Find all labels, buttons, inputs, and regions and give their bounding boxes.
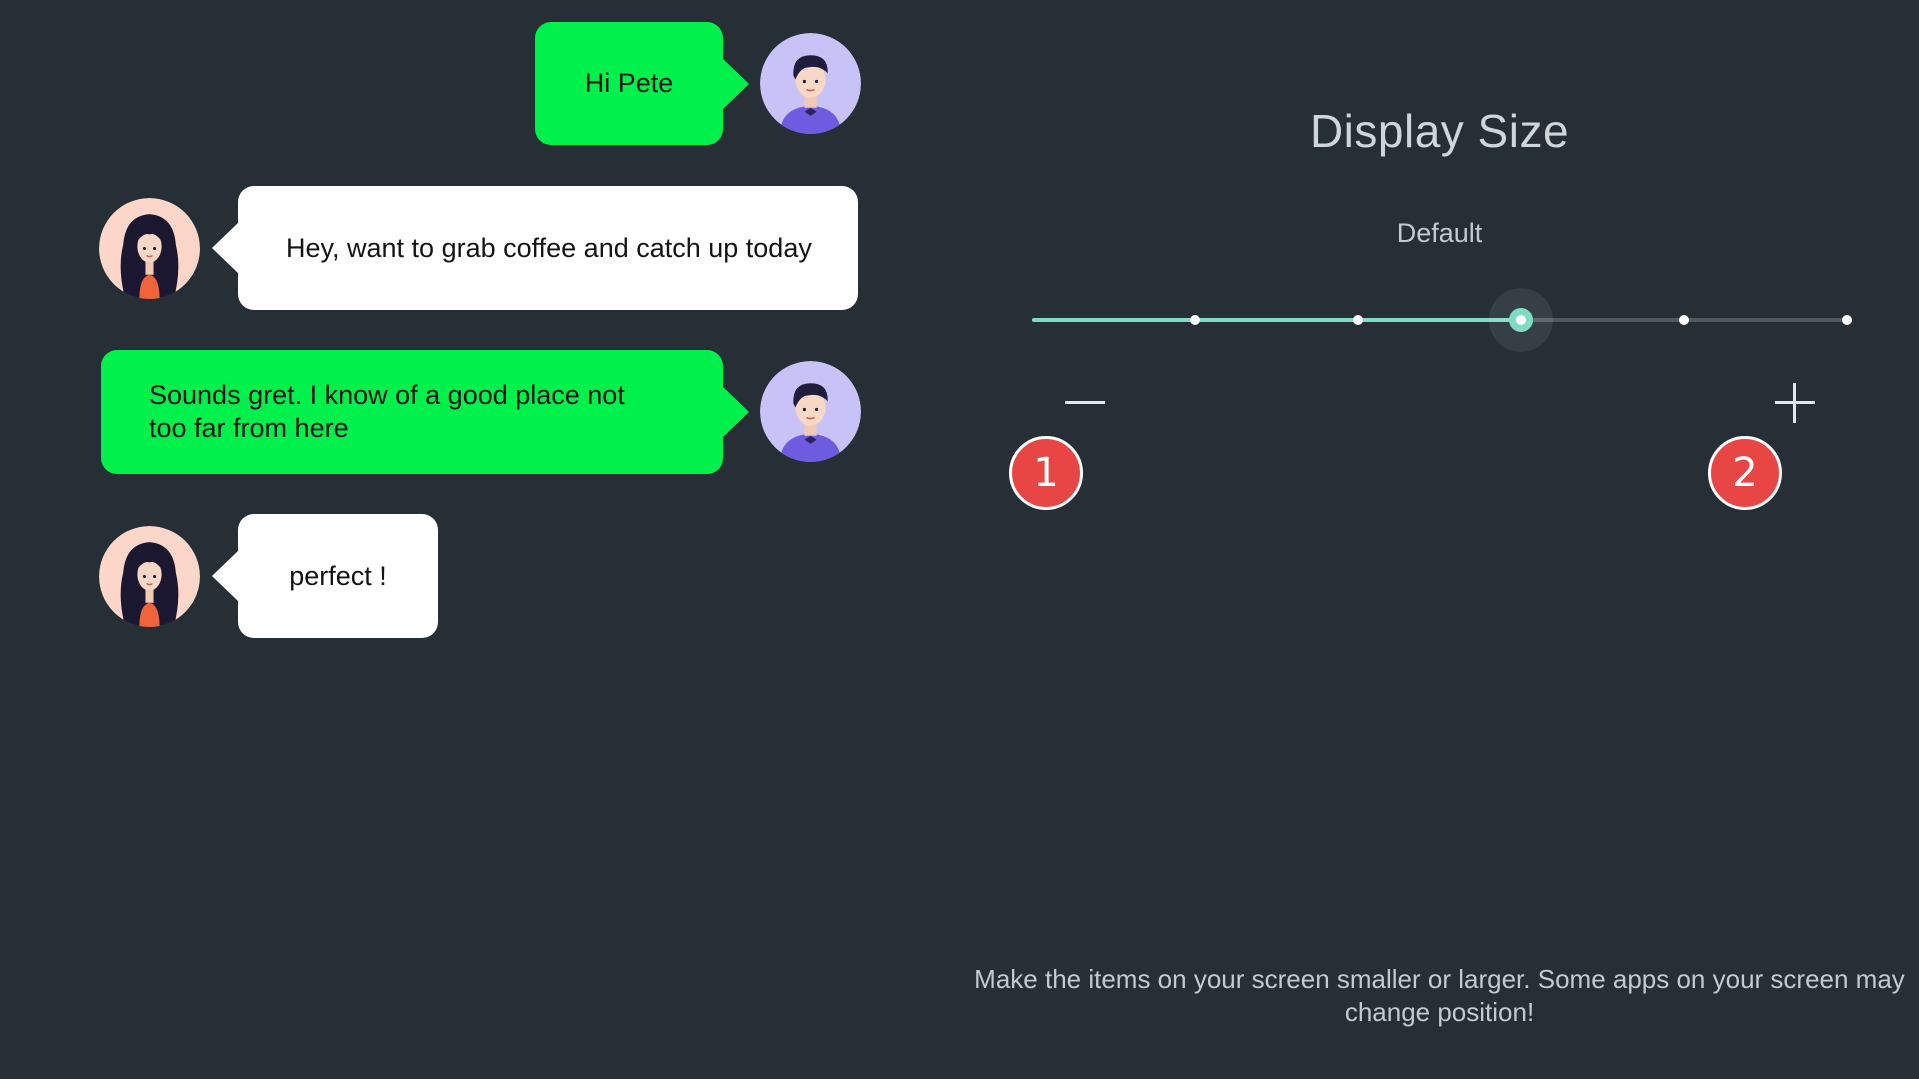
slider-step-tick[interactable] [1353,315,1363,325]
description-text: Make the items on your screen smaller or… [974,964,1905,1027]
slider-step-tick[interactable] [1842,315,1852,325]
page-title: Display Size [1309,105,1570,157]
bubble-tail [722,57,749,110]
male-avatar[interactable] [760,33,861,134]
message-bubble-sent[interactable]: Sounds gret. I know of a good place not … [101,350,749,474]
annotation-marker-2: 2 [1708,436,1782,510]
message-bubble-received[interactable]: Hey, want to grab coffee and catch up to… [212,186,858,310]
annotation-marker-1: 1 [1009,436,1083,510]
message-text: Sounds gret. I know of a good place not … [149,380,625,443]
message-text: perfect ! [289,560,387,591]
bubble-tail [212,222,239,274]
current-size-label: Default [1396,218,1483,248]
man-avatar-icon [760,33,861,134]
female-avatar[interactable] [99,526,200,627]
slider-thumb[interactable] [1509,308,1533,332]
display-size-settings: Display Size Default 1 2 Make the items … [960,0,1919,1079]
display-size-slider[interactable] [1032,288,1852,352]
female-avatar[interactable] [99,198,200,299]
chat-panel: Hi Pete Hey, want to grab coffee and cat… [0,0,900,1079]
minus-icon[interactable] [1065,383,1105,423]
message-bubble-received[interactable]: perfect ! [212,514,438,638]
message-text: Hi Pete [584,68,674,98]
slider-fill [1032,318,1521,322]
man-avatar-icon [760,361,861,462]
woman-avatar-icon [99,198,200,299]
bubble-tail [722,386,749,438]
male-avatar[interactable] [760,361,861,462]
bubble-tail [212,550,239,602]
slider-step-tick[interactable] [1679,315,1689,325]
plus-icon[interactable] [1775,383,1815,423]
slider-step-tick[interactable] [1190,315,1200,325]
message-bubble-sent[interactable]: Hi Pete [535,22,749,145]
woman-avatar-icon [99,526,200,627]
message-text: Hey, want to grab coffee and catch up to… [286,232,812,263]
